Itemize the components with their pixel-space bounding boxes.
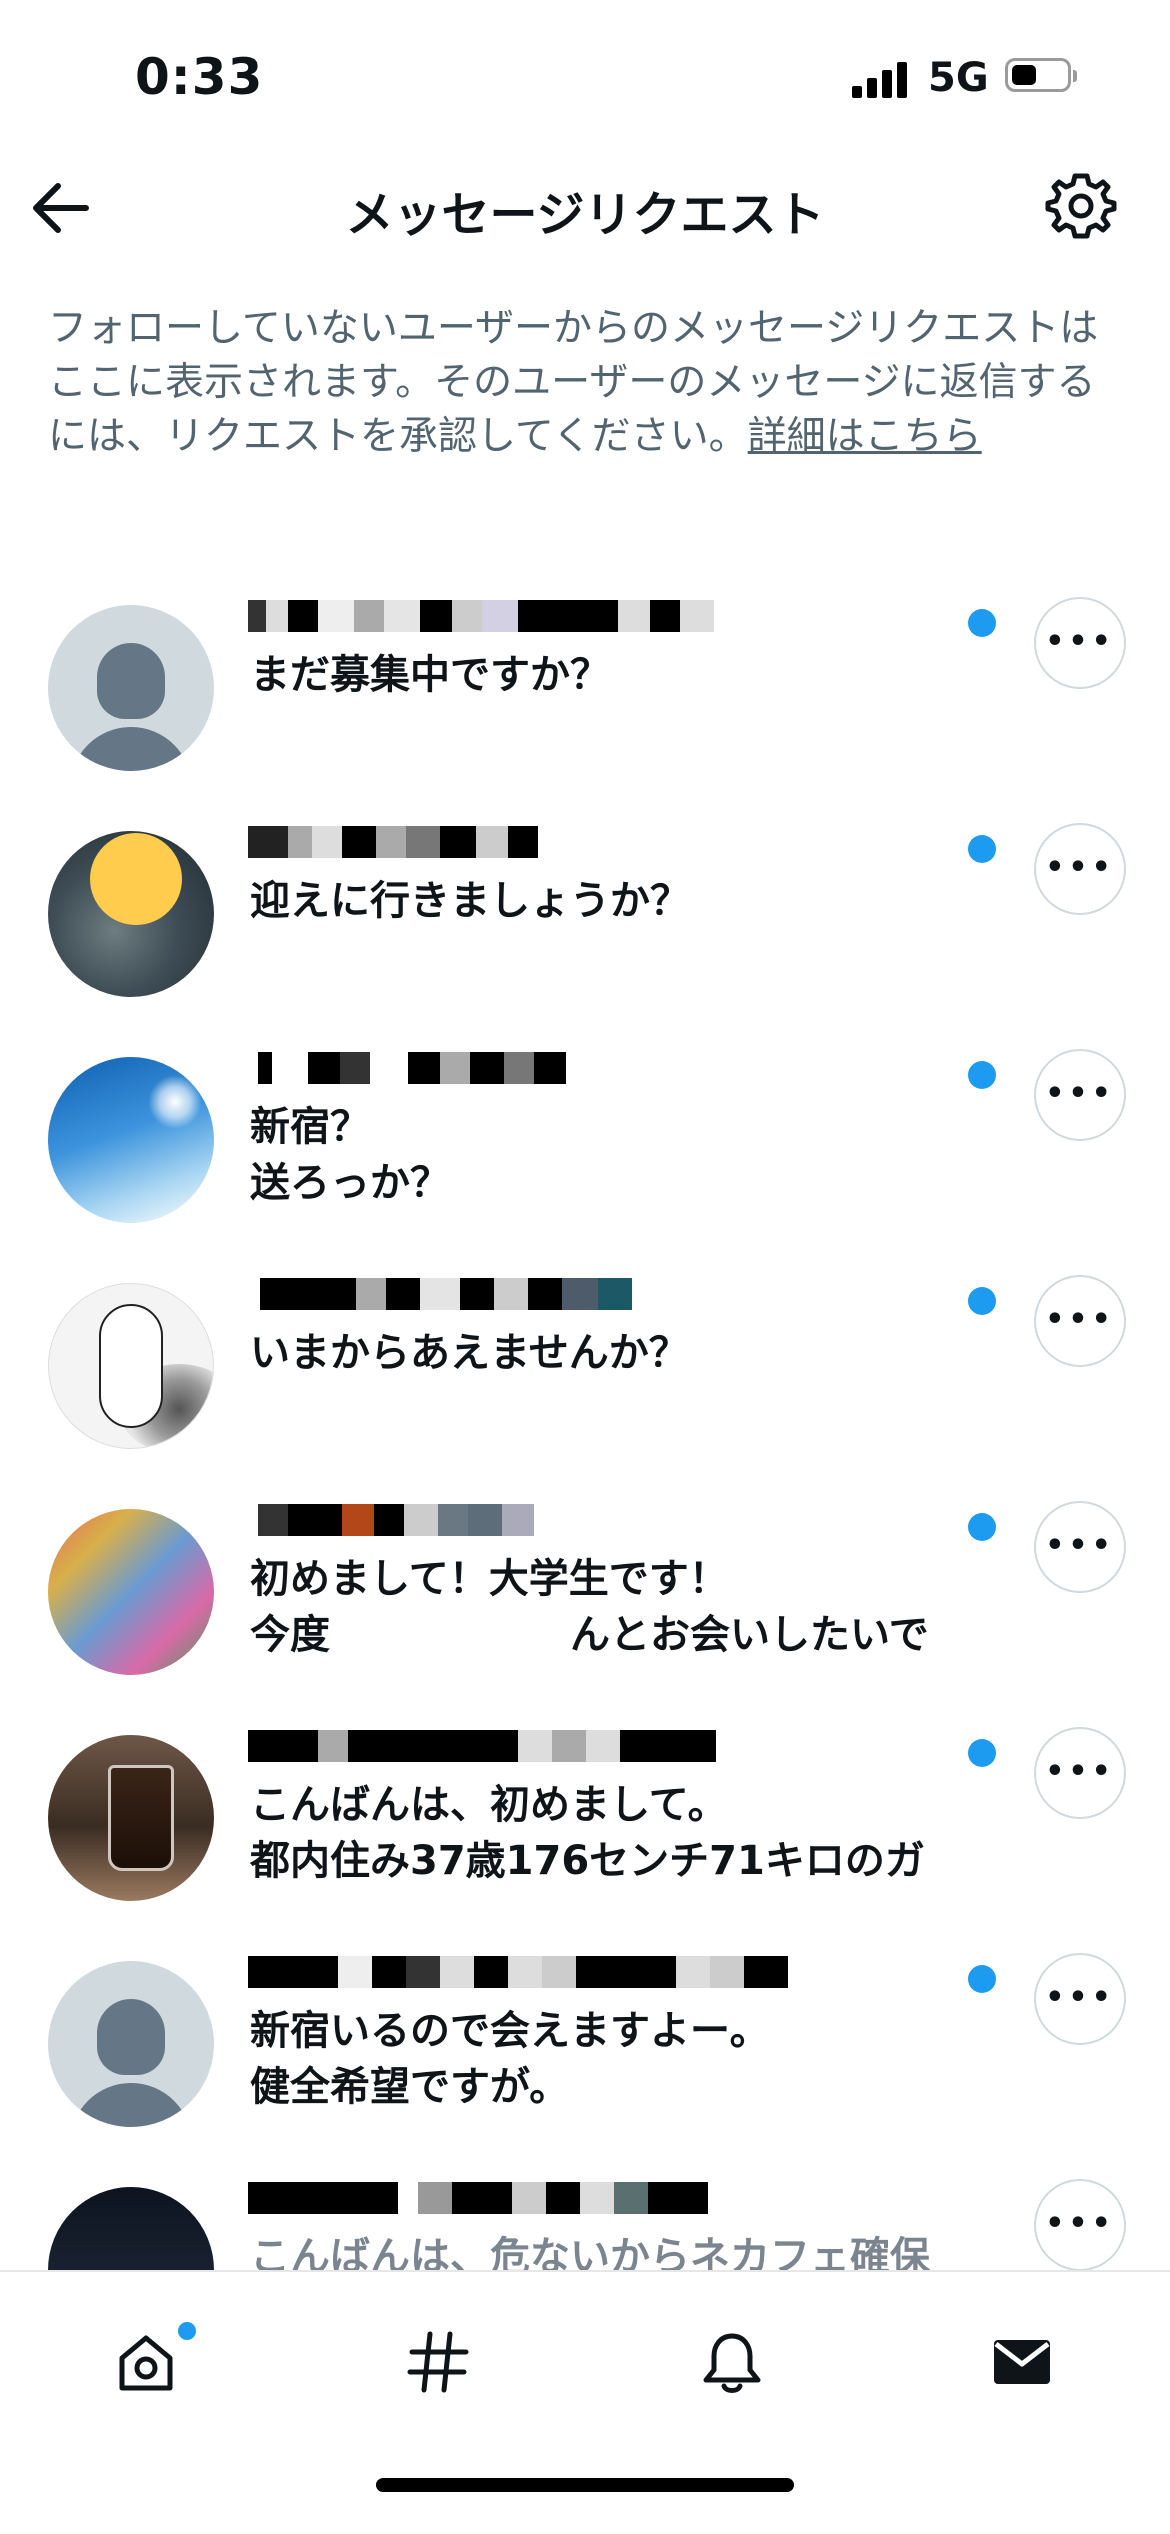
messages-icon <box>994 2340 1050 2384</box>
more-icon: ••• <box>1045 850 1115 885</box>
info-text: フォローしていないユーザーからのメッセージリクエストはここに表示されます。そのユ… <box>48 302 1128 464</box>
more-icon: ••• <box>1045 624 1115 659</box>
redacted-name <box>248 1956 808 1994</box>
message-request-row[interactable]: 迎えに行きましょうか？ ••• <box>0 811 1170 1037</box>
more-options-button[interactable]: ••• <box>1034 2179 1126 2270</box>
tab-explore[interactable] <box>378 2312 498 2422</box>
unread-indicator <box>968 1287 996 1315</box>
more-icon: ••• <box>1045 1076 1115 1111</box>
unread-indicator <box>968 1965 996 1993</box>
redacted-name <box>248 600 808 638</box>
battery-icon <box>1005 58 1077 92</box>
message-request-row[interactable]: 新宿いるので会えますよー。 健全希望ですが。 ••• <box>0 1941 1170 2167</box>
tab-messages[interactable] <box>962 2312 1082 2422</box>
more-options-button[interactable]: ••• <box>1034 1953 1126 2045</box>
coffee-avatar[interactable] <box>48 1735 214 1901</box>
more-options-button[interactable]: ••• <box>1034 1501 1126 1593</box>
more-icon: ••• <box>1045 1528 1115 1563</box>
more-icon: ••• <box>1045 1302 1115 1337</box>
more-icon: ••• <box>1045 1754 1115 1789</box>
home-indicator <box>376 2478 794 2492</box>
message-preview: こんばんは、危ないからネカフェ確保 <box>250 2234 930 2270</box>
notification-badge <box>178 2322 196 2340</box>
cup-icon <box>108 1765 174 1871</box>
settings-button[interactable] <box>1045 170 1117 242</box>
more-options-button[interactable]: ••• <box>1034 597 1126 689</box>
photo-avatar[interactable] <box>48 831 214 997</box>
gear-icon <box>1045 173 1117 239</box>
more-options-button[interactable]: ••• <box>1034 1727 1126 1819</box>
more-options-button[interactable]: ••• <box>1034 1275 1126 1367</box>
default-avatar[interactable] <box>48 605 214 771</box>
message-preview: まだ募集中ですか？ <box>250 652 610 698</box>
more-icon: ••• <box>1045 1980 1115 2015</box>
unread-indicator <box>968 1739 996 1767</box>
learn-more-link[interactable]: 詳細はこちら <box>748 414 982 459</box>
smile-emoji-icon <box>90 833 182 925</box>
message-request-row[interactable]: 初めまして！大学生です！ 今度 んとお会いしたいで ••• <box>0 1489 1170 1715</box>
message-preview: 新宿いるので会えますよー。 健全希望ですが。 <box>250 2008 770 2110</box>
notifications-icon <box>703 2333 761 2393</box>
explore-icon <box>407 2331 469 2393</box>
status-time: 0:33 <box>135 48 264 106</box>
unread-indicator <box>968 1061 996 1089</box>
bottom-navigation <box>0 2270 1170 2534</box>
redacted-name <box>248 2182 808 2220</box>
night-avatar[interactable] <box>48 2187 214 2270</box>
status-bar: 0:33 5G <box>0 0 1170 150</box>
message-request-row[interactable]: いまからあえませんか？ ••• <box>0 1263 1170 1489</box>
message-request-row[interactable]: こんばんは、初めまして。 都内住み37歳176センチ71キロのガ ••• <box>0 1715 1170 1941</box>
battery-level <box>1012 65 1036 85</box>
tab-notifications[interactable] <box>672 2312 792 2422</box>
message-preview: 初めまして！大学生です！ 今度 んとお会いしたいで <box>250 1556 929 1658</box>
more-options-button[interactable]: ••• <box>1034 1049 1126 1141</box>
header: メッセージリクエスト <box>0 150 1170 265</box>
unread-indicator <box>968 609 996 637</box>
more-icon: ••• <box>1045 2206 1115 2241</box>
message-preview: 迎えに行きましょうか？ <box>250 878 690 924</box>
page-title: メッセージリクエスト <box>345 187 825 243</box>
tab-home[interactable] <box>86 2312 206 2422</box>
default-avatar[interactable] <box>48 1961 214 2127</box>
redacted-name <box>248 1278 808 1316</box>
shirt-avatar[interactable] <box>48 1509 214 1675</box>
redacted-name <box>248 826 808 864</box>
manga-avatar[interactable] <box>48 1283 214 1449</box>
message-preview: 新宿？ 送ろっか？ <box>250 1104 450 1206</box>
message-request-row[interactable]: こんばんは、危ないからネカフェ確保 ••• <box>0 2167 1170 2270</box>
redacted-name <box>248 1730 808 1768</box>
message-request-row[interactable]: まだ募集中ですか？ ••• <box>0 585 1170 811</box>
unread-indicator <box>968 1513 996 1541</box>
home-icon <box>119 2335 173 2391</box>
message-request-row[interactable]: 新宿？ 送ろっか？ ••• <box>0 1037 1170 1263</box>
network-label: 5G <box>928 55 989 101</box>
redacted-name <box>248 1052 808 1090</box>
unread-indicator <box>968 835 996 863</box>
message-preview: いまからあえませんか？ <box>250 1330 689 1376</box>
more-options-button[interactable]: ••• <box>1034 823 1126 915</box>
message-preview: こんばんは、初めまして。 都内住み37歳176センチ71キロのガ <box>250 1782 925 1884</box>
message-request-list: まだ募集中ですか？ ••• 迎えに行きましょうか？ ••• 新宿？ 送ろっか？ •… <box>0 585 1170 2270</box>
signal-icon <box>852 58 912 98</box>
sky-avatar[interactable] <box>48 1057 214 1223</box>
redacted-name <box>248 1504 808 1542</box>
